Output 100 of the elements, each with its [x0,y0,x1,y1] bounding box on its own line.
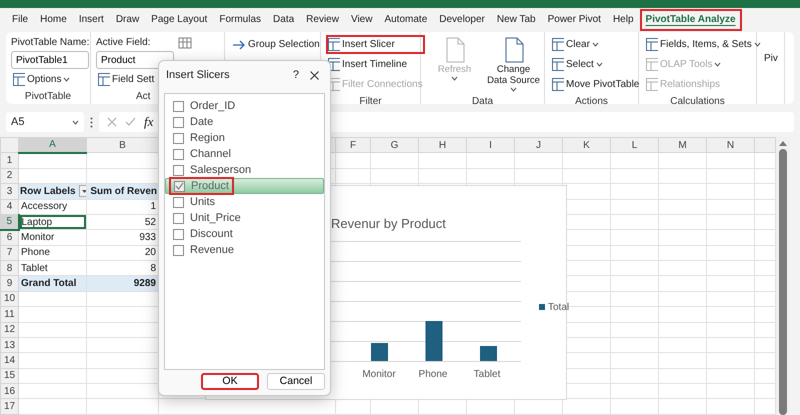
ribbon-tab[interactable]: PivotTable Analyze [640,9,742,31]
checkbox[interactable] [173,116,184,128]
ribbon-button[interactable]: Fields, Items, & Sets [644,35,763,54]
row-header[interactable]: 1 [0,152,18,168]
ribbon-tab[interactable]: New Tab [490,9,542,31]
slicer-field-option[interactable]: Salesperson [168,161,256,179]
table-icon [646,58,658,71]
row-header[interactable]: 15 [0,368,18,384]
row-header[interactable]: 8 [0,260,18,276]
slicer-field-option[interactable]: Order_ID [168,97,240,115]
column-header[interactable]: G [370,138,418,153]
checkbox[interactable] [173,212,184,224]
row-header[interactable]: 11 [0,306,18,322]
checkbox[interactable] [173,132,184,144]
column-header[interactable]: K [562,138,610,153]
field-label: PivotTable Name: [11,36,90,50]
slicer-field-option[interactable]: Revenue [168,241,240,259]
caret-icon [510,87,517,92]
slicer-field-option[interactable]: Channel [168,145,236,163]
checkbox[interactable] [173,196,184,208]
row-header[interactable]: 9 [0,276,18,292]
column-header[interactable]: H [418,138,466,153]
name-field[interactable]: Product [96,51,174,69]
slicer-field-option[interactable]: Product [169,177,234,195]
ribbon-tab[interactable]: View [344,9,378,31]
caret-icon [596,62,603,67]
column-header[interactable]: M [658,138,706,153]
slicer-field-option[interactable]: Discount [168,225,238,243]
row-header[interactable]: 5 [0,214,18,230]
legend-swatch-icon [539,304,545,310]
row-header[interactable]: 16 [0,384,18,399]
column-header[interactable]: L [610,138,658,153]
ribbon-tab[interactable]: Automate [378,9,434,31]
axis-label: Tablet [472,368,502,382]
column-header[interactable]: N [706,138,754,153]
slicer-field-option[interactable]: Region [168,129,230,147]
slicer-field-option[interactable]: Date [168,113,218,131]
field-label: Active Field: [96,36,152,50]
row-header[interactable]: 7 [0,245,18,260]
table-cell: 9289 [86,276,158,292]
dialog-button[interactable]: Cancel [267,373,325,390]
table-icon [552,38,564,51]
ribbon-button[interactable]: Move PivotTable [550,75,642,94]
close-button[interactable] [310,70,319,80]
caret-icon [592,42,599,47]
ribbon-tab[interactable]: Formulas [213,9,268,31]
ribbon-button[interactable]: Select [550,55,642,74]
ribbon-button[interactable]: Piv [762,49,780,68]
ribbon-tab[interactable]: Developer [433,9,491,31]
row-header[interactable]: 10 [0,291,18,307]
ribbon-button[interactable]: Change Data Source [485,35,542,94]
ribbon-tab[interactable]: Insert [72,9,110,31]
row-header[interactable]: 2 [0,168,18,184]
table-icon [646,38,658,51]
help-button[interactable]: ? [292,66,300,84]
checkbox[interactable] [173,148,184,160]
ribbon-tab[interactable]: Draw [110,9,146,31]
row-header[interactable]: 3 [0,184,18,199]
dialog-button[interactable]: OK [201,373,259,390]
table-cell: Monitor [18,230,86,246]
column-header[interactable]: B [86,138,158,153]
slicer-field-option[interactable]: Unit_Price [168,209,246,227]
column-header[interactable]: A [18,138,86,153]
ribbon-tab[interactable]: File [6,9,34,31]
row-header[interactable]: 13 [0,337,18,353]
table-icon [178,35,192,49]
checkbox[interactable] [173,164,184,176]
scrollbar-thumb[interactable] [779,149,787,415]
ribbon-tab[interactable]: Review [300,9,345,31]
ribbon-tab[interactable]: Data [267,9,300,31]
row-header[interactable]: 12 [0,322,18,338]
column-header[interactable]: J [514,138,562,153]
ribbon-button[interactable]: Group Selection [230,35,322,54]
ribbon-button[interactable]: Options [11,70,90,89]
ribbon-tab[interactable]: Page Layout [145,9,214,31]
group-label: PivotTable [24,90,72,104]
ribbon-tab[interactable]: Help [606,9,640,31]
row-header[interactable]: 4 [0,199,18,214]
slicer-field-option[interactable]: Units [168,193,220,211]
ribbon-tab[interactable]: Power Pivot [542,9,607,31]
row-header[interactable]: 17 [0,398,18,414]
ribbon-tab[interactable]: Home [34,9,73,31]
name-field[interactable]: PivotTable1 [11,51,89,69]
ribbon-button[interactable]: Clear [550,35,642,54]
checkbox[interactable] [173,228,184,240]
ribbon-button[interactable]: Insert Slicer [326,35,425,54]
checkbox[interactable] [173,244,184,256]
legend-label: Total [548,300,570,314]
row-header[interactable]: 14 [0,352,18,368]
column-header[interactable]: F [336,138,370,153]
table-cell: Row Labels [20,186,76,197]
table-icon [552,78,564,91]
name-box[interactable]: A5 [6,112,84,132]
checkbox[interactable] [173,100,184,112]
function-label[interactable]: fx [144,112,154,132]
column-header[interactable]: I [466,138,514,153]
cancel-icon [107,117,117,127]
group-label: Act [135,90,152,104]
group-label: Filter [358,95,383,104]
checkbox[interactable] [174,180,185,192]
